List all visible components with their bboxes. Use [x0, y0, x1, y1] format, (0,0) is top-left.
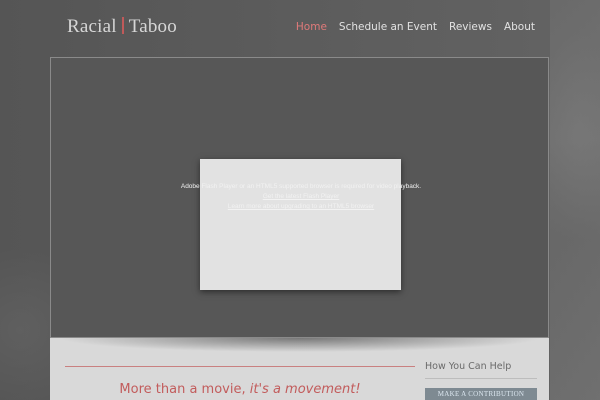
nav-item-home[interactable]: Home: [296, 21, 327, 33]
flash-placeholder[interactable]: [200, 159, 401, 290]
sidebar-divider: [425, 378, 537, 379]
nav-item-about[interactable]: About: [504, 21, 535, 33]
main-nav: Home Schedule an Event Reviews About: [296, 21, 535, 33]
tagline: More than a movie, it's a movement!: [65, 382, 415, 397]
main-content: More than a movie, it's a movement! How …: [50, 338, 549, 400]
logo-separator: [121, 17, 124, 34]
video-shadow: [50, 338, 549, 354]
logo-word-taboo: Taboo: [128, 16, 177, 37]
tagline-emphasis: it's a movement!: [249, 382, 361, 397]
divider-line: [65, 366, 415, 367]
background-side-image: [550, 0, 600, 400]
get-flash-link[interactable]: Get the latest Flash Player: [161, 192, 441, 202]
flash-required-message: Adobe Flash Player or an HTML5 supported…: [161, 182, 441, 212]
site-logo[interactable]: Racial Taboo: [67, 16, 177, 38]
make-contribution-button[interactable]: MAKE A CONTRIBUTION: [425, 388, 537, 400]
sidebar-heading: How You Can Help: [425, 361, 512, 372]
tagline-main: More than a movie,: [119, 382, 250, 397]
nav-item-schedule-event[interactable]: Schedule an Event: [339, 21, 437, 33]
video-player[interactable]: Adobe Flash Player or an HTML5 supported…: [50, 57, 549, 338]
logo-word-racial: Racial: [67, 16, 117, 37]
nav-item-reviews[interactable]: Reviews: [449, 21, 492, 33]
site-header: Racial Taboo Home Schedule an Event Revie…: [0, 0, 600, 57]
html5-browser-link[interactable]: Learn more about upgrading to an HTML5 b…: [161, 202, 441, 212]
flash-message-text: Adobe Flash Player or an HTML5 supported…: [180, 183, 422, 190]
